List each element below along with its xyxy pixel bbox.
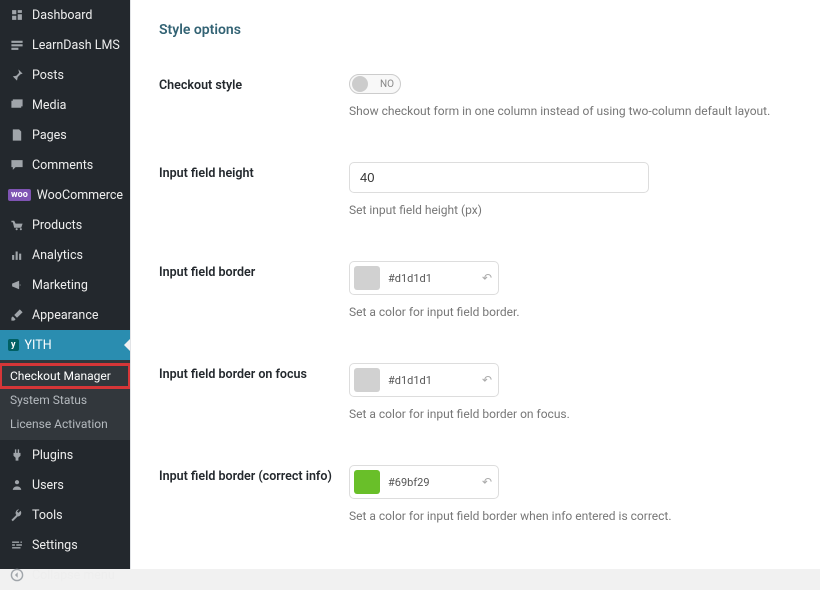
analytics-icon — [8, 248, 26, 262]
field-border-correct: Input field border (correct info) #69bf2… — [159, 465, 792, 523]
field-label: Input field height — [159, 162, 349, 181]
sidebar-item-marketing[interactable]: Marketing — [0, 270, 130, 300]
color-hex: #d1d1d1 — [388, 272, 482, 285]
sidebar-item-label: Comments — [32, 158, 93, 173]
color-hex: #d1d1d1 — [388, 374, 482, 387]
toggle-knob — [352, 76, 368, 92]
sidebar-item-label: Appearance — [32, 308, 99, 323]
field-hint: Set a color for input field border on fo… — [349, 407, 792, 421]
products-icon — [8, 218, 26, 232]
wrench-icon — [8, 508, 26, 522]
users-icon — [8, 478, 26, 492]
sidebar-item-learndash[interactable]: LearnDash LMS — [0, 30, 130, 60]
field-input-height: Input field height Set input field heigh… — [159, 162, 792, 217]
field-label: Input field border — [159, 261, 349, 280]
color-swatch — [354, 470, 380, 494]
sidebar-item-collapse[interactable]: Collapse menu — [0, 560, 130, 590]
field-border-focus: Input field border on focus #d1d1d1 ↶ Se… — [159, 363, 792, 421]
undo-icon[interactable]: ↶ — [482, 271, 492, 285]
collapse-icon — [8, 568, 26, 582]
sidebar-item-label: Posts — [32, 68, 64, 83]
border-focus-color-picker[interactable]: #d1d1d1 ↶ — [349, 363, 499, 397]
comment-icon — [8, 158, 26, 172]
sidebar-item-appearance[interactable]: Appearance — [0, 300, 130, 330]
woocommerce-icon: woo — [8, 189, 31, 201]
sidebar-item-media[interactable]: Media — [0, 90, 130, 120]
sidebar-item-plugins[interactable]: Plugins — [0, 440, 130, 470]
submenu-system-status[interactable]: System Status — [0, 388, 130, 412]
sidebar-item-label: Pages — [32, 128, 67, 143]
media-icon — [8, 98, 26, 112]
field-border: Input field border #d1d1d1 ↶ Set a color… — [159, 261, 792, 319]
border-color-picker[interactable]: #d1d1d1 ↶ — [349, 261, 499, 295]
field-label: Input field border on focus — [159, 363, 349, 382]
yith-icon: y — [8, 339, 19, 351]
submenu-checkout-manager[interactable]: Checkout Manager — [0, 364, 130, 388]
undo-icon[interactable]: ↶ — [482, 373, 492, 387]
sidebar-item-label: Dashboard — [32, 8, 92, 23]
sidebar-item-label: WooCommerce — [37, 188, 123, 203]
sidebar-item-label: Media — [32, 98, 66, 113]
admin-sidebar: Dashboard LearnDash LMS Posts Media Page… — [0, 0, 130, 569]
sidebar-item-users[interactable]: Users — [0, 470, 130, 500]
checkout-style-toggle[interactable]: NO — [349, 74, 401, 94]
submenu-license-activation[interactable]: License Activation — [0, 412, 130, 436]
pin-icon — [8, 68, 26, 82]
sidebar-item-label: YITH — [25, 338, 52, 353]
field-hint: Set input field height (px) — [349, 203, 792, 217]
yith-submenu: Checkout Manager System Status License A… — [0, 360, 130, 440]
sidebar-item-label: Analytics — [32, 248, 83, 263]
sidebar-item-label: Settings — [32, 538, 78, 553]
page-icon — [8, 128, 26, 142]
field-checkout-style: Checkout style NO Show checkout form in … — [159, 74, 792, 118]
input-height-input[interactable] — [349, 162, 649, 193]
sidebar-item-products[interactable]: Products — [0, 210, 130, 240]
plugin-icon — [8, 448, 26, 462]
field-label: Input field border (correct info) — [159, 465, 349, 484]
field-hint: Show checkout form in one column instead… — [349, 104, 792, 118]
undo-icon[interactable]: ↶ — [482, 475, 492, 489]
sidebar-item-woocommerce[interactable]: woo WooCommerce — [0, 180, 130, 210]
field-hint: Set a color for input field border. — [349, 305, 792, 319]
sidebar-item-label: Marketing — [32, 278, 88, 293]
sidebar-item-analytics[interactable]: Analytics — [0, 240, 130, 270]
sidebar-item-pages[interactable]: Pages — [0, 120, 130, 150]
sidebar-item-label: Collapse menu — [32, 568, 115, 583]
sidebar-item-label: LearnDash LMS — [32, 38, 120, 53]
sidebar-item-dashboard[interactable]: Dashboard — [0, 0, 130, 30]
color-swatch — [354, 368, 380, 392]
section-title: Style options — [159, 22, 792, 38]
dashboard-icon — [8, 8, 26, 22]
sidebar-item-comments[interactable]: Comments — [0, 150, 130, 180]
megaphone-icon — [8, 278, 26, 292]
color-swatch — [354, 266, 380, 290]
sidebar-item-label: Users — [32, 478, 64, 493]
sidebar-item-label: Plugins — [32, 448, 73, 463]
sidebar-item-label: Tools — [32, 508, 63, 523]
toggle-state: NO — [380, 79, 394, 90]
sidebar-item-posts[interactable]: Posts — [0, 60, 130, 90]
learndash-icon — [8, 38, 26, 52]
main-content: Style options Checkout style NO Show che… — [130, 0, 820, 569]
sidebar-item-settings[interactable]: Settings — [0, 530, 130, 560]
border-correct-color-picker[interactable]: #69bf29 ↶ — [349, 465, 499, 499]
sliders-icon — [8, 538, 26, 552]
sidebar-item-label: Products — [32, 218, 82, 233]
sidebar-item-yith[interactable]: y YITH — [0, 330, 130, 360]
color-hex: #69bf29 — [388, 476, 482, 489]
brush-icon — [8, 308, 26, 322]
sidebar-item-tools[interactable]: Tools — [0, 500, 130, 530]
field-hint: Set a color for input field border when … — [349, 509, 792, 523]
field-label: Checkout style — [159, 74, 349, 93]
